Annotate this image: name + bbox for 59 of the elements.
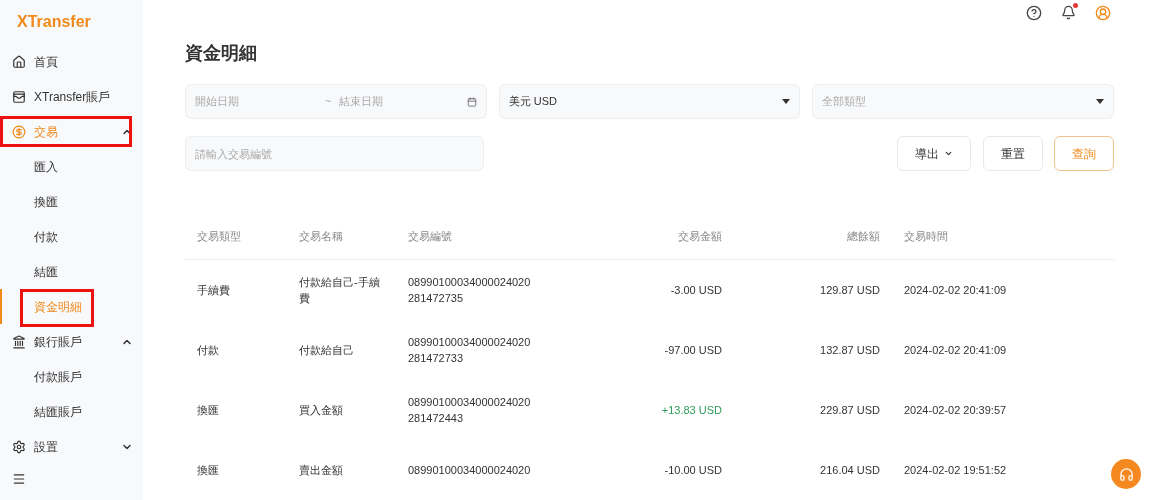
sidebar-item[interactable]: 銀行賬戶 bbox=[12, 332, 82, 351]
table-cell-text: 08990100034000024020 bbox=[408, 463, 532, 478]
table-cell-text: 129.87 USD bbox=[820, 283, 880, 298]
table-cell-text: 2024-02-02 20:41:09 bbox=[903, 283, 1008, 298]
sidebar-subitem[interactable]: 付款 bbox=[34, 227, 58, 246]
table-cell-text: 08990100034000024020 281472733 bbox=[408, 335, 532, 366]
table-cell-text: 買入金額 bbox=[299, 403, 344, 418]
transaction-number-field[interactable]: 請輸入交易編號 bbox=[185, 136, 484, 171]
currency-select[interactable]: 美元 USD bbox=[498, 84, 801, 119]
column-header: 交易金額 bbox=[678, 229, 722, 245]
logo: XTransfer bbox=[17, 12, 91, 32]
table-cell-text: 付款給自己 bbox=[299, 343, 355, 358]
table-cell-text: 手續費 bbox=[197, 283, 231, 298]
bank-icon bbox=[12, 334, 26, 349]
table-cell-text: 2024-02-02 20:39:57 bbox=[903, 403, 1008, 418]
table-cell-text: 賣出金額 bbox=[299, 463, 344, 478]
table-cell-text: 229.87 USD bbox=[820, 403, 880, 418]
caret-icon bbox=[782, 99, 791, 104]
chevron-down-icon bbox=[944, 149, 953, 158]
sidebar-item[interactable]: XTransfer賬戶 bbox=[12, 87, 111, 106]
home-icon bbox=[12, 54, 26, 69]
table-cell-text: -10.00 USD bbox=[664, 463, 722, 478]
table-cell-text: 換匯 bbox=[197, 463, 220, 478]
column-header: 交易編號 bbox=[408, 229, 453, 245]
table-cell-text: 付款 bbox=[197, 343, 220, 358]
sidebar-item[interactable]: 設置 bbox=[12, 437, 58, 456]
table-cell-text: 132.87 USD bbox=[820, 343, 880, 358]
reset-button[interactable]: 重置 bbox=[983, 136, 1043, 171]
caret-icon bbox=[1096, 99, 1104, 104]
menu-icon[interactable] bbox=[12, 472, 26, 486]
table-cell-text: 付款給自己-手續費 bbox=[299, 275, 381, 306]
table-cell-text: 2024-02-02 19:51:52 bbox=[903, 463, 1008, 478]
help-icon[interactable] bbox=[1026, 4, 1042, 21]
sidebar-subitem[interactable]: 匯入 bbox=[34, 157, 58, 176]
settings-icon bbox=[12, 439, 26, 454]
column-header: 交易時間 bbox=[903, 229, 949, 245]
column-header: 交易類型 bbox=[197, 229, 242, 245]
table-cell-text: -3.00 USD bbox=[670, 283, 722, 298]
table-cell-text: 換匯 bbox=[197, 403, 220, 418]
sidebar-subitem[interactable]: 結匯 bbox=[34, 262, 58, 281]
sidebar-subitem[interactable]: 換匯 bbox=[34, 192, 58, 211]
export-button[interactable]: 導出 bbox=[897, 136, 971, 171]
headphones-icon bbox=[1118, 466, 1134, 482]
column-header: 交易名稱 bbox=[299, 229, 344, 245]
calendar-icon bbox=[466, 96, 477, 107]
column-header: 總餘額 bbox=[847, 229, 880, 245]
wallet-icon bbox=[12, 89, 26, 104]
table-cell-text: 08990100034000024020 281472735 bbox=[408, 275, 532, 306]
table-cell-text: 08990100034000024020 281472443 bbox=[408, 395, 532, 426]
notification-bell-icon[interactable] bbox=[1061, 5, 1076, 20]
table-cell-text: 2024-02-02 20:41:09 bbox=[903, 343, 1008, 358]
table-cell-text: +13.83 USD bbox=[661, 403, 722, 418]
sidebar-subitem[interactable]: 付款賬戶 bbox=[34, 367, 82, 386]
page-title: 資金明細 bbox=[185, 42, 257, 65]
table-cell-text: 216.04 USD bbox=[820, 463, 880, 478]
dollar-coin-icon bbox=[12, 124, 26, 139]
sidebar-item[interactable]: 首頁 bbox=[12, 52, 58, 71]
table-cell-text: -97.00 USD bbox=[664, 343, 722, 358]
sidebar-subitem[interactable]: 結匯賬戶 bbox=[34, 402, 82, 421]
